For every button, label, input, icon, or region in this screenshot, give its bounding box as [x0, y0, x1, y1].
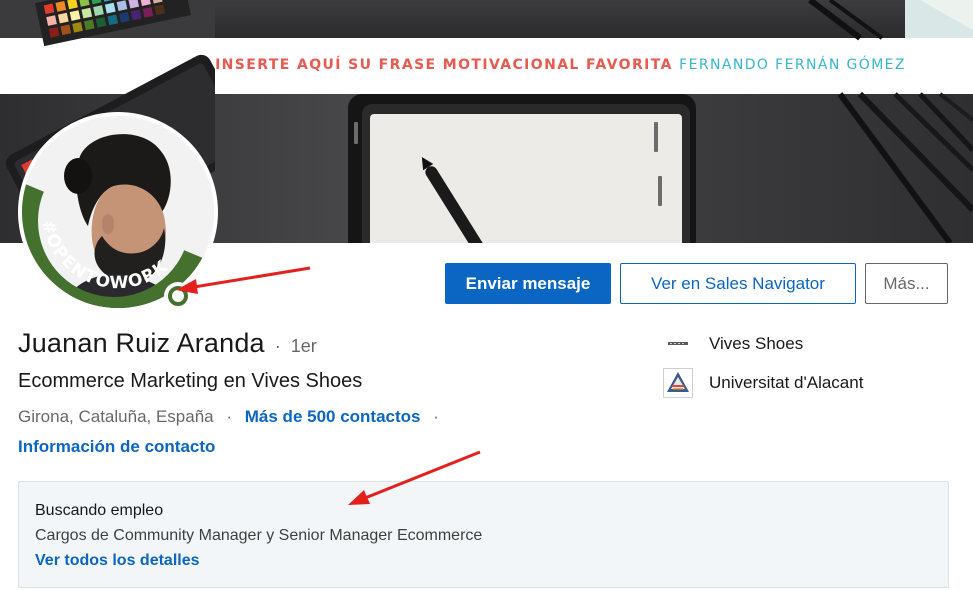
location-separator: ·	[226, 407, 233, 426]
banner-motivational-quote: INSERTE AQUÍ SU FRASE MOTIVACIONAL FAVOR…	[0, 57, 973, 73]
pens-illustration	[808, 0, 973, 243]
connections-link[interactable]: Más de 500 contactos	[245, 407, 421, 426]
graphics-tablet-illustration	[348, 94, 696, 243]
location-line: Girona, Cataluña, España · Más de 500 co…	[18, 407, 447, 427]
profile-location: Girona, Cataluña, España	[18, 407, 214, 426]
avatar: #OPENTOWORK	[22, 116, 214, 308]
view-in-sales-navigator-button[interactable]: Ver en Sales Navigator	[620, 263, 856, 304]
connection-degree: 1er	[290, 336, 317, 356]
open-to-work-ring-icon: #OPENTOWORK	[22, 182, 212, 308]
banner-quote-author: FERNANDO FERNÁN GÓMEZ	[679, 57, 906, 73]
name-separator: ·	[274, 336, 281, 356]
education-school-name: Universitat d'Alacant	[709, 373, 864, 392]
current-company-name: Vives Shoes	[709, 334, 804, 353]
banner-quote-text: INSERTE AQUÍ SU FRASE MOTIVACIONAL FAVOR…	[215, 57, 673, 73]
more-actions-button[interactable]: Más...	[865, 263, 948, 304]
profile-headline: Ecommerce Marketing en Vives Shoes	[18, 370, 363, 392]
profile-photo[interactable]: #OPENTOWORK	[18, 112, 218, 312]
current-company-item[interactable]: Vives Shoes	[663, 329, 803, 359]
contact-info-link[interactable]: Información de contacto	[18, 437, 215, 457]
university-logo-icon	[663, 368, 693, 398]
profile-name: Juanan Ruiz Aranda	[18, 328, 265, 358]
open-to-work-card: Buscando empleo Cargos de Community Mana…	[18, 481, 949, 588]
profile-name-line: Juanan Ruiz Aranda · 1er	[18, 328, 317, 359]
education-item[interactable]: Universitat d'Alacant	[663, 368, 863, 398]
see-all-details-link[interactable]: Ver todos los detalles	[35, 552, 200, 570]
open-to-work-status-icon	[164, 282, 192, 310]
open-to-work-title: Buscando empleo	[35, 502, 164, 519]
open-to-work-description: Cargos de Community Manager y Senior Man…	[35, 527, 483, 544]
trailing-separator: ·	[433, 407, 439, 426]
send-message-button[interactable]: Enviar mensaje	[445, 263, 611, 304]
company-logo-icon	[663, 329, 693, 359]
